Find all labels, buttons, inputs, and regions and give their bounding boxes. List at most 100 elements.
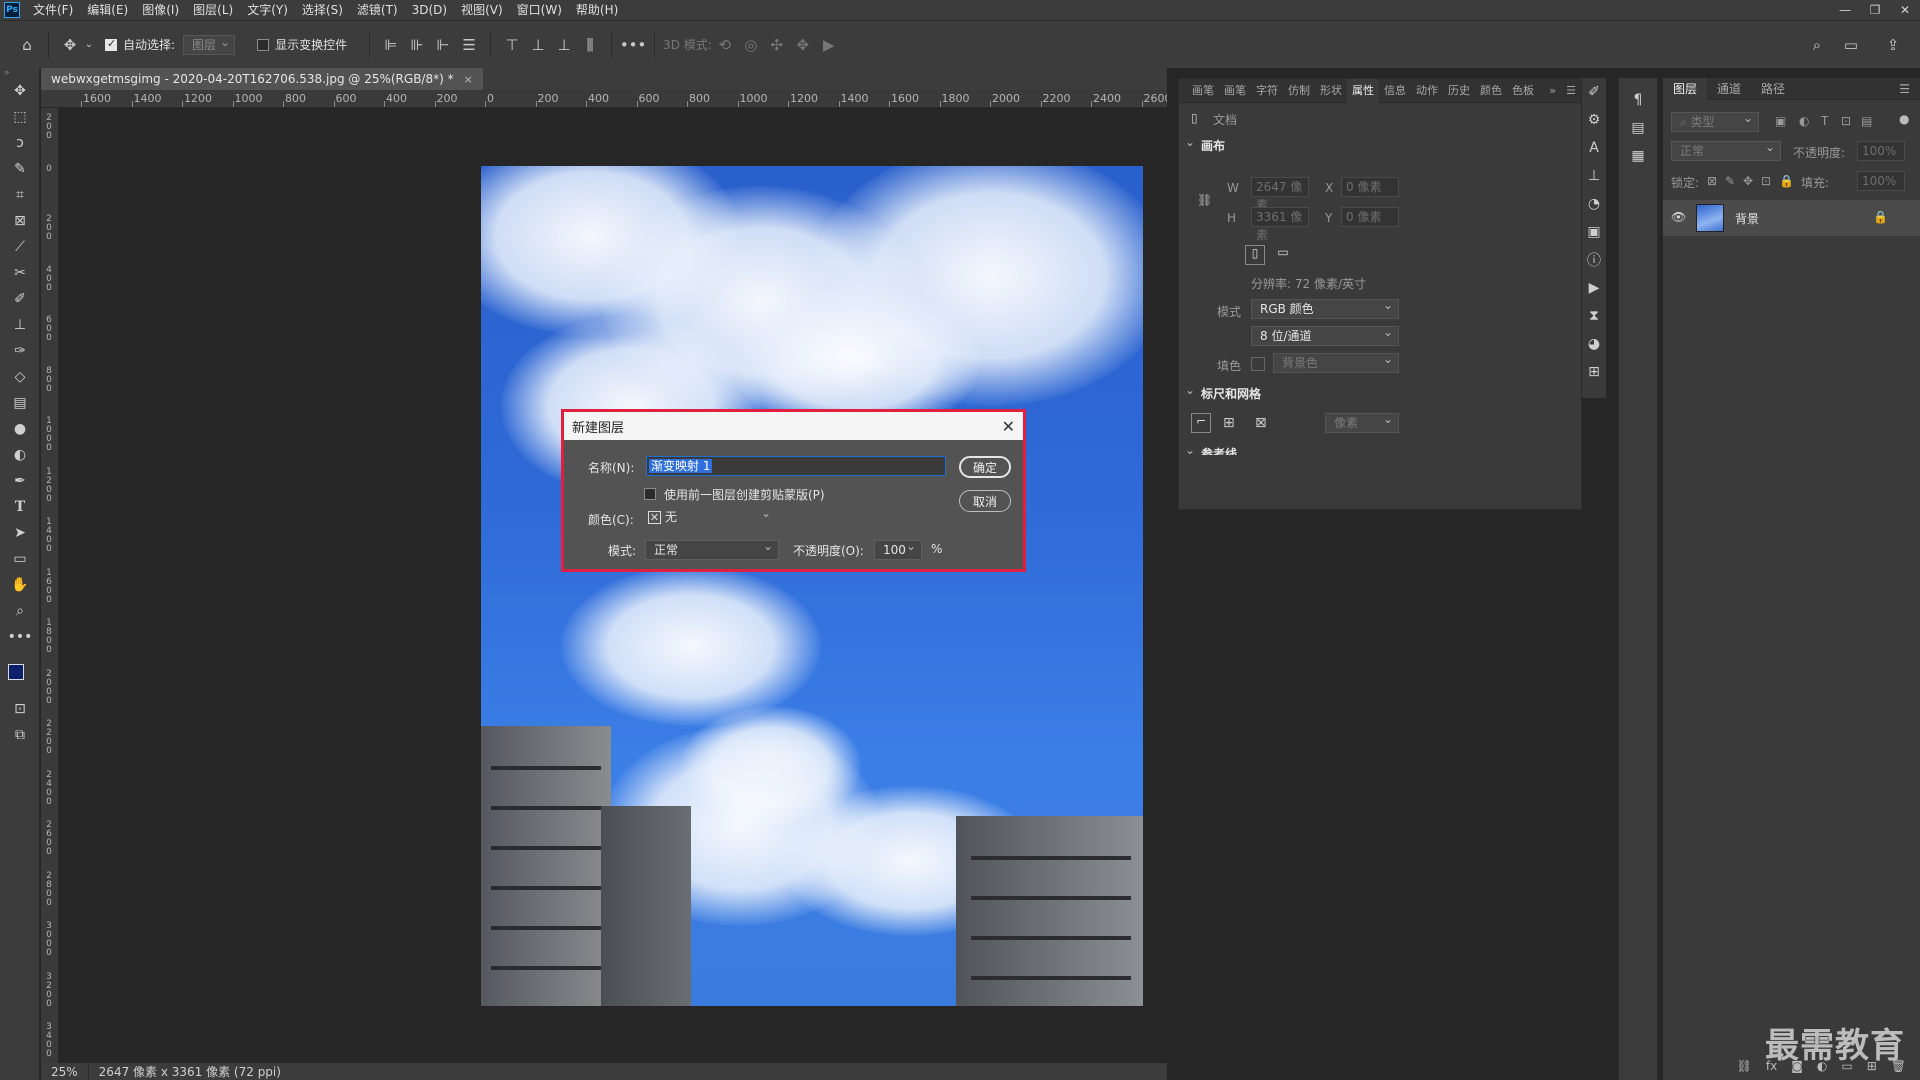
menu-type[interactable]: 文字(Y) — [240, 0, 295, 20]
close-icon[interactable]: ✕ — [1002, 417, 1015, 436]
info-icon[interactable]: ⓘ — [1582, 246, 1606, 274]
gradient-tool-icon[interactable]: ▤ — [0, 390, 40, 416]
align-middle-icon[interactable]: ⊥ — [525, 32, 551, 58]
tab-brushes[interactable]: 画笔 — [1219, 79, 1251, 103]
hand-tool-icon[interactable]: ✋ — [0, 572, 40, 598]
minimize-button[interactable]: — — [1830, 0, 1860, 20]
rectangle-tool-icon[interactable]: ▭ — [0, 546, 40, 572]
auto-select-target-dropdown[interactable]: 图层 — [183, 33, 236, 55]
path-select-tool-icon[interactable]: ➤ — [0, 520, 40, 546]
grid-icon[interactable]: ⊞ — [1223, 415, 1235, 431]
opacity-input[interactable]: 100 — [874, 537, 922, 560]
layer-row-background[interactable]: 👁 背景 🔒 — [1663, 200, 1920, 236]
distribute-horizontal-icon[interactable]: ☰ — [456, 32, 482, 58]
menu-help[interactable]: 帮助(H) — [569, 0, 625, 20]
edit-toolbar-icon[interactable]: ••• — [0, 624, 40, 650]
tab-layers[interactable]: 图层 — [1663, 77, 1708, 100]
actions-play-icon[interactable]: ▶ — [1582, 274, 1606, 302]
section-canvas[interactable]: 画布 — [1201, 137, 1225, 154]
workspace-icon[interactable]: ▭ — [1838, 32, 1864, 58]
foreground-color-swatch[interactable] — [8, 664, 24, 680]
menu-layer[interactable]: 图层(L) — [186, 0, 240, 20]
panel-menu-icon[interactable]: ☰ — [1889, 78, 1920, 100]
align-left-icon[interactable]: ⊫ — [378, 32, 404, 58]
menu-filter[interactable]: 滤镜(T) — [350, 0, 405, 20]
3d-roll-icon[interactable]: ◎ — [738, 32, 764, 58]
shapes-icon[interactable]: ◔ — [1582, 190, 1606, 218]
more-options-icon[interactable]: ••• — [620, 32, 647, 58]
zoom-level[interactable]: 25% — [41, 1064, 89, 1079]
pen-tool-icon[interactable]: ✒ — [0, 468, 40, 494]
close-icon[interactable]: × — [464, 73, 473, 86]
show-transform-checkbox[interactable] — [257, 38, 270, 51]
lock-brush-icon[interactable]: ✎ — [1725, 174, 1735, 188]
menu-view[interactable]: 视图(V) — [454, 0, 510, 20]
brush-settings-icon[interactable]: ✐ — [1582, 78, 1606, 106]
type-tool-icon[interactable]: T — [0, 494, 40, 520]
crop-tool-icon[interactable]: ⌗ — [0, 182, 40, 208]
layer-name-input[interactable]: 渐变映射 1 — [646, 456, 946, 476]
color-icon[interactable]: ◕ — [1582, 330, 1606, 358]
tab-info[interactable]: 信息 — [1379, 79, 1411, 103]
zoom-tool-icon[interactable]: ⌕ — [0, 598, 40, 624]
filter-pixel-icon[interactable]: ▣ — [1775, 114, 1786, 128]
healing-tool-icon[interactable]: ✂ — [0, 260, 40, 286]
3d-pan-icon[interactable]: ✣ — [764, 32, 790, 58]
quick-select-tool-icon[interactable]: ✎ — [0, 156, 40, 182]
auto-select-checkbox[interactable] — [105, 37, 117, 51]
portrait-icon[interactable]: ▯ — [1245, 245, 1265, 265]
lasso-tool-icon[interactable]: ↄ — [0, 130, 40, 156]
color-dropdown[interactable]: ✕ 无 — [646, 504, 776, 528]
fill-input[interactable]: 100% — [1857, 171, 1905, 191]
lock-move-icon[interactable]: ✥ — [1743, 174, 1753, 188]
blur-tool-icon[interactable]: ● — [0, 416, 40, 442]
vertical-ruler[interactable]: 200 0 200 400 600 800 1000 1200 1400 1600 1800 2000… — [41, 108, 59, 1063]
cancel-button[interactable]: 取消 — [959, 490, 1011, 512]
chevron-down-icon[interactable]: ⌄ — [1185, 443, 1195, 457]
search-icon[interactable]: ⌕ — [1804, 32, 1830, 58]
panel-menu-icon[interactable]: ☰ — [1561, 79, 1581, 103]
align-center-icon[interactable]: ⊪ — [404, 32, 430, 58]
clone-source-icon[interactable]: ⊥ — [1582, 162, 1606, 190]
filter-shape-icon[interactable]: ⊡ — [1841, 114, 1851, 128]
link-icon[interactable]: ⛓ — [1197, 193, 1212, 207]
y-input[interactable]: 0 像素 — [1341, 207, 1399, 227]
3d-slide-icon[interactable]: ✥ — [790, 32, 816, 58]
x-input[interactable]: 0 像素 — [1341, 177, 1399, 197]
tab-clone-source[interactable]: 仿制 — [1283, 79, 1315, 103]
restore-button[interactable]: ❐ — [1860, 0, 1890, 20]
fill-dropdown[interactable]: 背景色 — [1273, 350, 1399, 373]
bit-depth-dropdown[interactable]: 8 位/通道 — [1251, 323, 1399, 346]
chevron-down-icon[interactable]: ⌄ — [1185, 383, 1195, 397]
filter-smart-object-icon[interactable]: ▤ — [1861, 114, 1872, 128]
clipping-mask-checkbox[interactable] — [644, 488, 656, 500]
ruler-unit-dropdown[interactable]: 像素 — [1325, 410, 1399, 433]
filter-toggle-icon[interactable]: ● — [1899, 112, 1909, 126]
collapse-icon[interactable]: » — [0, 68, 39, 78]
blend-mode-dropdown[interactable]: 正常 — [1671, 138, 1781, 161]
properties-icon[interactable]: ▣ — [1582, 218, 1606, 246]
width-input[interactable]: 2647 像素 — [1251, 177, 1309, 212]
quick-mask-icon[interactable]: ⊡ — [0, 696, 40, 722]
tab-swatches[interactable]: 色板 — [1507, 79, 1539, 103]
tab-color[interactable]: 颜色 — [1475, 79, 1507, 103]
layer-name[interactable]: 背景 — [1735, 210, 1759, 227]
tab-properties[interactable]: 属性 — [1347, 78, 1379, 103]
link-layers-icon[interactable]: ⛓ — [1737, 1059, 1752, 1073]
filter-adjustment-icon[interactable]: ◐ — [1799, 114, 1809, 128]
character-icon[interactable]: A — [1582, 134, 1606, 162]
chevron-down-icon[interactable]: ⌄ — [1185, 135, 1195, 149]
landscape-icon[interactable]: ▭ — [1273, 245, 1293, 265]
horizontal-ruler[interactable]: 1600 1400 1200 1000 800 600 400 200 0 200 400 600 80… — [41, 90, 1167, 108]
marquee-tool-icon[interactable]: ⬚ — [0, 104, 40, 130]
menu-3d[interactable]: 3D(D) — [405, 0, 454, 20]
tab-character[interactable]: 字符 — [1251, 79, 1283, 103]
menu-image[interactable]: 图像(I) — [135, 0, 186, 20]
move-tool-icon[interactable]: ✥ — [0, 78, 40, 104]
frame-tool-icon[interactable]: ⊠ — [0, 208, 40, 234]
color-mode-dropdown[interactable]: RGB 颜色 — [1251, 296, 1399, 319]
section-guides[interactable]: 参考线 — [1201, 445, 1237, 455]
align-bottom-icon[interactable]: ⊥ — [551, 32, 577, 58]
document-tab[interactable]: webwxgetmsgimg - 2020-04-20T162706.538.j… — [41, 68, 483, 90]
tab-history[interactable]: 历史 — [1443, 79, 1475, 103]
